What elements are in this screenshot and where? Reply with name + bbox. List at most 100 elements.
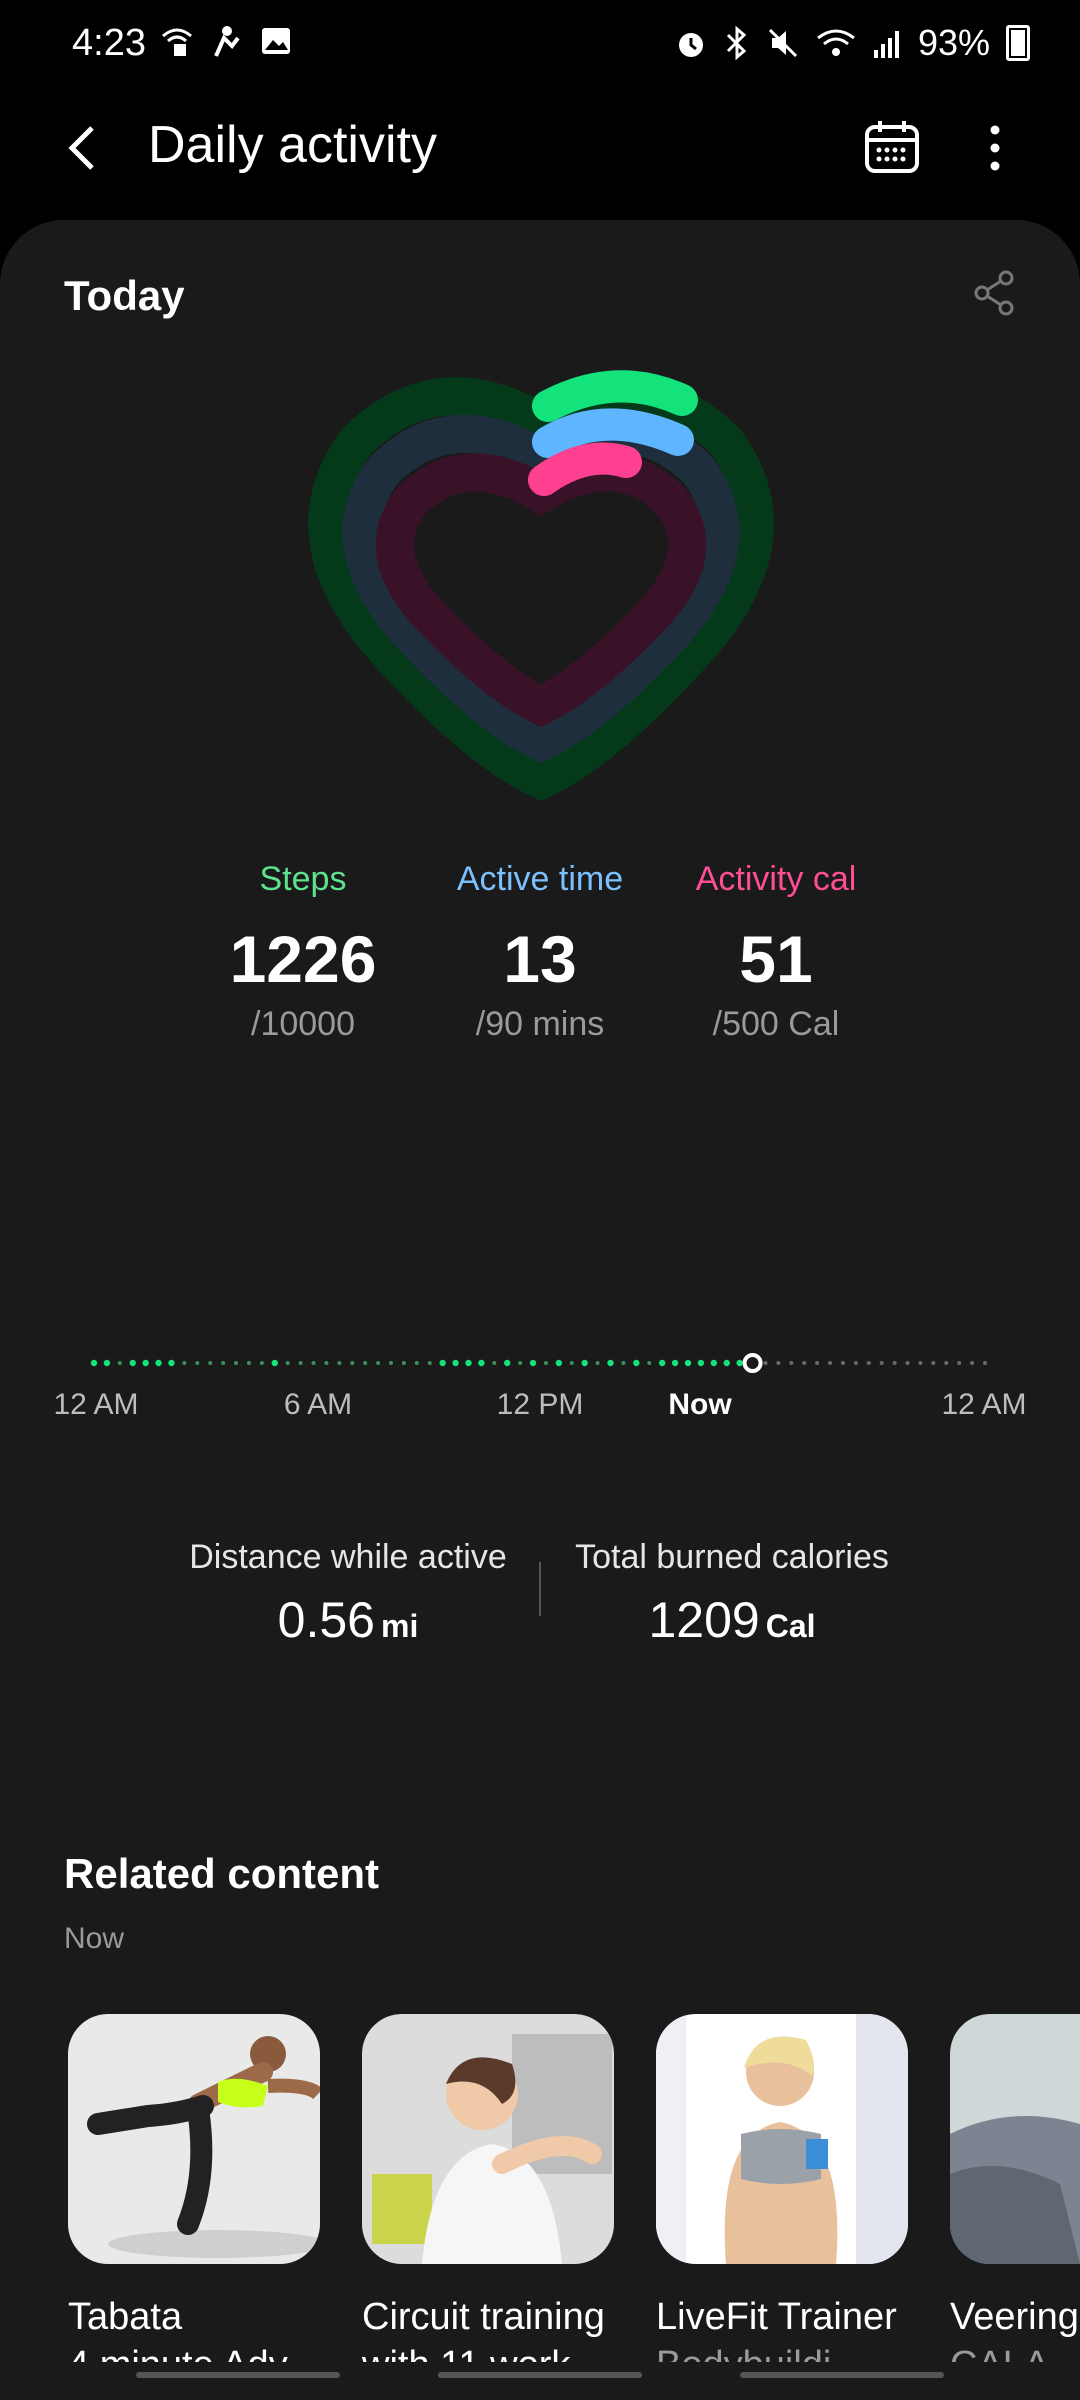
timeline-label-now: Now bbox=[668, 1388, 732, 1421]
related-item-thumbnail[interactable] bbox=[68, 2014, 320, 2264]
signal-icon bbox=[873, 31, 899, 58]
stat-value: 51 bbox=[739, 922, 813, 996]
bottom-nav-bar bbox=[0, 2362, 1080, 2400]
stat-value: 13 bbox=[503, 922, 577, 996]
timeline-active-dot bbox=[103, 1359, 111, 1367]
timeline-active-dot bbox=[465, 1359, 472, 1367]
timeline-dot bbox=[208, 1361, 213, 1365]
related-item-title[interactable]: Veering bbox=[950, 2296, 1079, 2339]
timeline-dot bbox=[853, 1361, 858, 1365]
timeline-active-dot bbox=[129, 1359, 136, 1367]
timeline-dot bbox=[970, 1361, 975, 1365]
timeline-dot bbox=[840, 1361, 845, 1365]
related-item-thumbnail[interactable] bbox=[950, 2014, 1080, 2264]
timeline-dot bbox=[944, 1361, 949, 1365]
stat-goal: /500 Cal bbox=[712, 1005, 840, 1043]
related-item-title[interactable]: Circuit training bbox=[362, 2296, 605, 2339]
mute-icon bbox=[768, 28, 797, 58]
nav-recents-handle[interactable] bbox=[136, 2372, 340, 2378]
timeline-active-dot bbox=[478, 1359, 485, 1367]
related-item-title[interactable]: Tabata bbox=[68, 2296, 182, 2339]
timeline-active-dot bbox=[710, 1359, 718, 1367]
wifi-calling-icon bbox=[162, 28, 192, 56]
stat-active-time[interactable]: Active time 13 /90 mins bbox=[420, 860, 660, 1044]
timeline-dot bbox=[543, 1361, 548, 1365]
timeline-dot bbox=[234, 1361, 239, 1365]
nav-back-handle[interactable] bbox=[740, 2372, 944, 2378]
timeline-dot bbox=[363, 1361, 368, 1365]
page-title: Daily activity bbox=[148, 116, 437, 174]
battery-icon bbox=[1006, 25, 1030, 61]
stat-goal: /10000 bbox=[251, 1005, 355, 1043]
timeline-dot bbox=[427, 1361, 432, 1365]
metric-value-row: 1209 Cal bbox=[542, 1591, 922, 1649]
metric-total-calories: Total burned calories 1209 Cal bbox=[542, 1538, 922, 1649]
nav-home-handle[interactable] bbox=[438, 2372, 642, 2378]
timeline-active-dot bbox=[168, 1359, 175, 1367]
timeline-active-dot bbox=[452, 1359, 459, 1367]
stat-label: Active time bbox=[456, 860, 624, 898]
related-item-title[interactable]: LiveFit Trainer bbox=[656, 2296, 897, 2339]
timeline-dot bbox=[931, 1361, 936, 1365]
timeline-dot bbox=[350, 1361, 355, 1365]
activity-timeline[interactable] bbox=[80, 1340, 1000, 1380]
timeline-dot bbox=[298, 1361, 303, 1365]
timeline-dot bbox=[324, 1361, 329, 1365]
timeline-dot bbox=[763, 1361, 768, 1365]
metric-value: 1209 bbox=[648, 1592, 760, 1648]
metric-label: Distance while active bbox=[189, 1538, 507, 1576]
related-content-subtitle: Now bbox=[64, 1922, 125, 1955]
timeline-dot bbox=[776, 1361, 781, 1365]
timeline-label-12am-end: 12 AM bbox=[941, 1388, 1027, 1421]
stat-steps[interactable]: Steps 1226 /10000 bbox=[183, 860, 423, 1044]
metric-value: 0.56 bbox=[277, 1592, 375, 1648]
calendar-icon[interactable] bbox=[862, 118, 922, 178]
active-time-ring-progress bbox=[532, 408, 694, 458]
timeline-now-marker bbox=[742, 1353, 763, 1373]
stat-label: Steps bbox=[259, 860, 347, 898]
battery-percent: 93% bbox=[917, 22, 990, 63]
status-left-icons bbox=[160, 24, 292, 58]
timeline-dot bbox=[221, 1361, 226, 1365]
timeline-dot bbox=[337, 1361, 342, 1365]
timeline-dot bbox=[892, 1361, 897, 1365]
timeline-active-dot bbox=[90, 1359, 98, 1367]
timeline-dot bbox=[376, 1361, 381, 1365]
timeline-dot bbox=[815, 1361, 820, 1365]
timeline-dot bbox=[389, 1361, 393, 1365]
stat-activity-cal[interactable]: Activity cal 51 /500 Cal bbox=[656, 860, 896, 1044]
timeline-active-dot bbox=[607, 1359, 614, 1367]
timeline-label-6am: 6 AM bbox=[283, 1388, 353, 1421]
timeline-label-12am: 12 AM bbox=[53, 1388, 139, 1421]
timeline-dot bbox=[492, 1361, 497, 1365]
timeline-active-dot bbox=[723, 1359, 730, 1367]
timeline-dot bbox=[195, 1361, 200, 1365]
stat-goal: /90 mins bbox=[475, 1005, 605, 1043]
timeline-active-dot bbox=[504, 1359, 511, 1367]
share-icon[interactable] bbox=[970, 268, 1020, 318]
timeline-dot bbox=[879, 1361, 884, 1365]
bluetooth-icon bbox=[726, 26, 747, 60]
card-title: Today bbox=[64, 272, 185, 319]
timeline-active-dot bbox=[684, 1359, 692, 1367]
alarm-icon bbox=[678, 33, 703, 57]
timeline-dot bbox=[828, 1361, 833, 1365]
related-item-thumbnail[interactable] bbox=[362, 2014, 614, 2264]
timeline-active-dot bbox=[658, 1359, 666, 1367]
timeline-dot bbox=[414, 1361, 419, 1365]
more-options-icon[interactable] bbox=[970, 118, 1020, 178]
timeline-active-dot bbox=[697, 1359, 705, 1367]
back-button[interactable] bbox=[60, 118, 110, 178]
stat-value: 1226 bbox=[229, 922, 377, 996]
metric-distance: Distance while active 0.56 mi bbox=[158, 1538, 538, 1649]
timeline-dot bbox=[918, 1361, 923, 1365]
metric-label: Total burned calories bbox=[575, 1538, 889, 1576]
timeline-active-dot bbox=[142, 1359, 149, 1367]
metric-value-row: 0.56 mi bbox=[158, 1591, 538, 1649]
timeline-active-dot bbox=[671, 1359, 679, 1367]
timeline-dot bbox=[246, 1361, 251, 1365]
related-item-thumbnail[interactable] bbox=[656, 2014, 908, 2264]
status-time: 4:23 bbox=[72, 22, 146, 64]
timeline-dot bbox=[647, 1361, 652, 1365]
timeline-dot bbox=[621, 1361, 626, 1365]
